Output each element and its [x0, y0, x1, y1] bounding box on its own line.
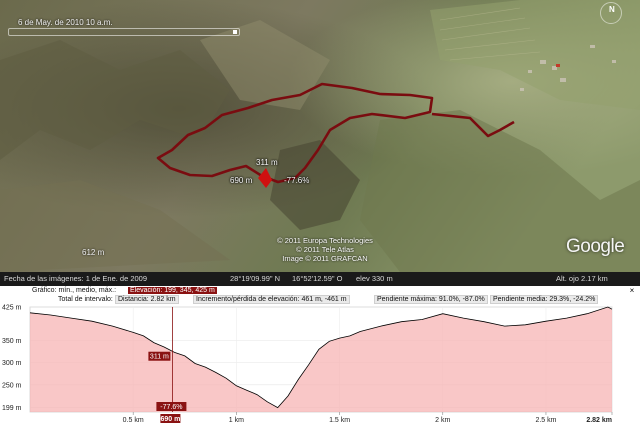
y-tick-label: 300 m — [2, 360, 22, 367]
distance-stat-value: Distancia: 2.82 km — [115, 295, 179, 304]
y-tick-label: 425 m — [2, 305, 22, 312]
eye-altitude-readout: Alt. ojo 2.17 km — [556, 274, 608, 283]
distance-stat: Distancia: 2.82 km — [115, 295, 179, 304]
map-view[interactable]: 6 de May. de 2010 10 a.m. N 311 m 690 m … — [0, 0, 640, 272]
google-logo: Google — [566, 236, 625, 257]
y-axis: 425 m 350 m 300 m 250 m 199 m — [2, 305, 22, 413]
timestamp-label: 6 de May. de 2010 10 a.m. — [18, 18, 113, 27]
elevation-stats-value: Elevación: 199, 345, 425 m — [128, 287, 217, 294]
max-slope-stat: Pendiente máxima: 91.0%, -87.0% — [374, 295, 488, 304]
satellite-terrain — [0, 0, 640, 272]
status-bar: Fecha de las imágenes: 1 de Ene. de 2009… — [0, 272, 640, 286]
marker-slope-tag: -77.6% — [284, 176, 310, 185]
avg-slope-stat-value: Pendiente media: 29.3%, -24.2% — [490, 295, 599, 304]
marker-distance-tag: 690 m — [230, 176, 253, 185]
x-tick-label: 2.5 km — [535, 417, 556, 424]
time-slider[interactable] — [8, 28, 240, 36]
x-tick-label: 2 km — [435, 417, 450, 424]
imagery-date: Fecha de las imágenes: 1 de Ene. de 2009 — [4, 274, 148, 283]
time-slider-knob[interactable] — [233, 30, 237, 34]
elevation-profile-panel[interactable]: × Gráfico: mín., medio, máx.: Elevación:… — [0, 286, 640, 424]
copyright-line-2: © 2011 Tele Atlas — [296, 245, 354, 254]
y-tick-label: 350 m — [2, 338, 22, 345]
elevation-profile-chart[interactable]: 425 m 350 m 300 m 250 m 199 m 0.5 km 1 km 1.5 … — [0, 304, 640, 424]
elevation-readout: elev 330 m — [356, 274, 393, 283]
copyright-line-3: Image © 2011 GRAFCAN — [282, 254, 368, 263]
y-tick-label: 250 m — [2, 382, 22, 389]
x-tick-label: 0.5 km — [123, 417, 144, 424]
copyright-notice: © 2011 Europa Technologies © 2011 Tele A… — [270, 236, 380, 263]
compass-north-label: N — [609, 5, 615, 14]
elevation-stats[interactable]: Elevación: 199, 345, 425 m — [128, 287, 217, 294]
longitude-readout: 16°52'12.59" O — [292, 274, 343, 283]
close-icon[interactable]: × — [628, 287, 636, 295]
total-label: Total de intervalo: — [58, 296, 113, 303]
cursor-elevation-label: 311 m — [150, 354, 169, 361]
cursor-slope-label: -77.6% — [160, 404, 182, 411]
marker-elevation-tag: 311 m — [256, 158, 278, 167]
latitude-readout: 28°19'09.99" N — [230, 274, 281, 283]
x-tick-label: 1.5 km — [329, 417, 350, 424]
gain-loss-stat: Incremento/pérdida de elevación: 461 m, … — [193, 295, 350, 304]
chart-label: Gráfico: mín., medio, máx.: — [32, 287, 117, 294]
x-axis: 0.5 km 1 km 1.5 km 2 km 2.5 km 2.82 km — [123, 412, 613, 424]
avg-slope-stat: Pendiente media: 29.3%, -24.2% — [490, 295, 599, 304]
copyright-line-1: © 2011 Europa Technologies — [277, 236, 373, 245]
cursor-distance-label: 690 m — [160, 416, 180, 423]
x-tick-label: 2.82 km — [586, 417, 612, 424]
gain-loss-stat-value: Incremento/pérdida de elevación: 461 m, … — [193, 295, 350, 304]
y-tick-label: 199 m — [2, 405, 22, 412]
x-tick-label: 1 km — [229, 417, 244, 424]
max-slope-stat-value: Pendiente máxima: 91.0%, -87.0% — [374, 295, 488, 304]
terrain-elevation-label: 612 m — [82, 248, 105, 257]
